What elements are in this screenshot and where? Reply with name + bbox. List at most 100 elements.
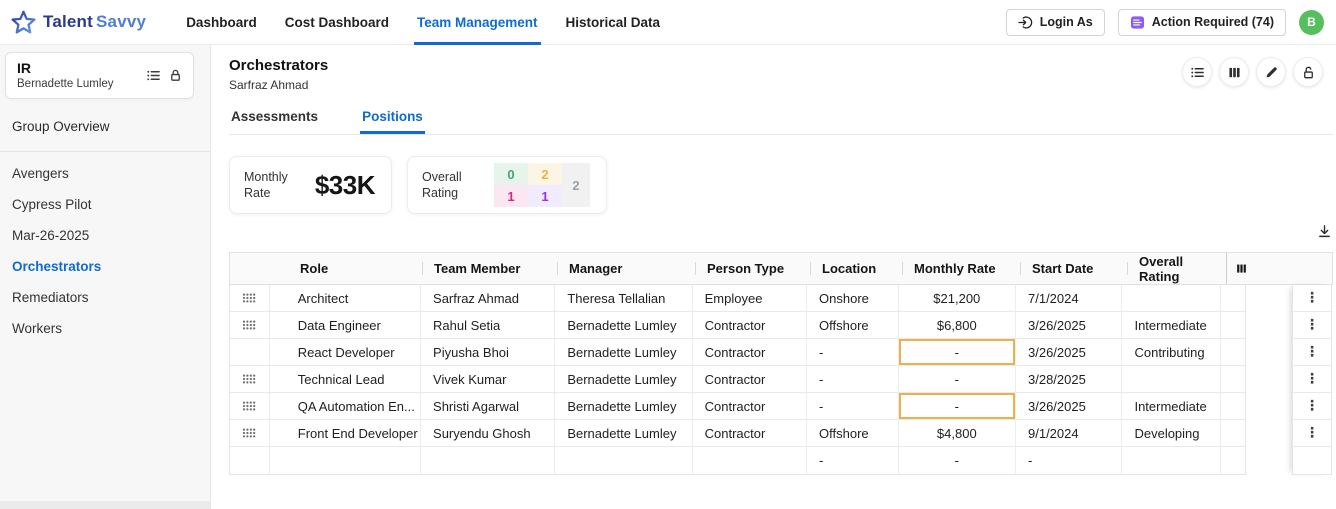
drag-handle-icon[interactable] (242, 320, 256, 330)
cell-team-member[interactable]: Vivek Kumar (421, 366, 556, 392)
cell-manager[interactable]: Bernadette Lumley (555, 366, 693, 392)
cell-monthly-rate[interactable]: - (899, 366, 1016, 392)
cell-monthly-rate[interactable]: $4,800 (899, 420, 1016, 446)
login-as-button[interactable]: Login As (1005, 8, 1105, 36)
unlock-button[interactable] (1293, 57, 1323, 87)
cell-person-type[interactable]: Contractor (693, 420, 808, 446)
cell-start-date[interactable]: 3/28/2025 (1016, 366, 1123, 392)
cell-start-date[interactable]: 3/26/2025 (1016, 312, 1123, 338)
cell-location[interactable]: - (807, 393, 899, 419)
cell-person-type[interactable]: Contractor (693, 393, 808, 419)
cell-role[interactable]: Front End Developer (270, 420, 422, 446)
cell-team-member[interactable]: Sarfraz Ahmad (421, 285, 556, 311)
cell-monthly-rate[interactable]: $21,200 (899, 285, 1016, 311)
cell-team-member[interactable]: Shristi Agarwal (421, 393, 556, 419)
sidebar-item-cypress-pilot[interactable]: Cypress Pilot (0, 189, 210, 220)
cell-team-member[interactable]: Piyusha Bhoi (421, 339, 556, 365)
cell-overall-rating[interactable]: Intermediate (1122, 393, 1221, 419)
cell-team-member[interactable]: Suryendu Ghosh (421, 420, 556, 446)
column-header-team-member[interactable]: Team Member (422, 253, 557, 284)
cell-location[interactable]: Offshore (807, 420, 899, 446)
drag-handle-icon[interactable] (242, 428, 256, 438)
cell-start-date[interactable]: 9/1/2024 (1016, 420, 1123, 446)
cell-monthly-rate-highlighted[interactable]: - (899, 393, 1016, 419)
cell-monthly-rate[interactable]: $6,800 (899, 312, 1016, 338)
cell-person-type[interactable]: Contractor (693, 366, 808, 392)
column-header-start-date[interactable]: Start Date (1020, 253, 1127, 284)
cell-location[interactable]: - (807, 366, 899, 392)
cell-person-type[interactable]: Contractor (693, 312, 808, 338)
cell-start-date[interactable]: 3/26/2025 (1016, 393, 1123, 419)
cell-role[interactable]: Technical Lead (270, 366, 422, 392)
user-avatar[interactable]: B (1299, 9, 1324, 35)
nav-item-team-management[interactable]: Team Management (413, 0, 541, 45)
nav-item-historical-data[interactable]: Historical Data (566, 0, 661, 45)
download-button[interactable] (1317, 224, 1332, 242)
cell-location[interactable]: - (807, 339, 899, 365)
cell-team-member[interactable]: Rahul Setia (421, 312, 556, 338)
cell-start-date[interactable]: 3/26/2025 (1016, 339, 1123, 365)
column-header-location[interactable]: Location (810, 253, 902, 284)
cell-overall-rating[interactable]: Intermediate (1122, 312, 1221, 338)
cell-monthly-rate[interactable]: - (899, 447, 1016, 474)
column-header-monthly-rate[interactable]: Monthly Rate (902, 253, 1020, 284)
cell-manager[interactable]: Bernadette Lumley (555, 339, 693, 365)
row-menu-button[interactable]: ⋮ (1305, 345, 1319, 359)
action-required-button[interactable]: Action Required (74) (1117, 8, 1286, 36)
cell-role[interactable]: QA Automation En... (270, 393, 422, 419)
row-menu-button[interactable]: ⋮ (1305, 372, 1319, 386)
cell-manager[interactable]: Bernadette Lumley (555, 393, 693, 419)
tab-positions[interactable]: Positions (360, 101, 425, 134)
cell-overall-rating[interactable]: Contributing (1122, 339, 1221, 365)
cell-manager[interactable] (555, 447, 693, 474)
tab-assessments[interactable]: Assessments (229, 101, 320, 134)
cell-role[interactable]: Architect (270, 285, 422, 311)
cell-manager[interactable]: Bernadette Lumley (555, 420, 693, 446)
sidebar-item-avengers[interactable]: Avengers (0, 158, 210, 189)
cell-role[interactable]: React Developer (270, 339, 422, 365)
cell-monthly-rate-highlighted[interactable]: - (899, 339, 1016, 365)
cell-start-date[interactable]: 7/1/2024 (1016, 285, 1123, 311)
cell-overall-rating[interactable] (1122, 447, 1221, 474)
row-menu-button[interactable]: ⋮ (1305, 318, 1319, 332)
app-logo[interactable]: Talent Savvy (10, 9, 146, 36)
list-view-button[interactable] (1182, 57, 1212, 87)
cell-location[interactable]: Offshore (807, 312, 899, 338)
sidebar-item-orchestrators[interactable]: Orchestrators (0, 251, 210, 282)
sidebar-item-group-overview[interactable]: Group Overview (12, 119, 210, 134)
sidebar-item-mar-26-2025[interactable]: Mar-26-2025 (0, 220, 210, 251)
drag-handle-icon[interactable] (242, 401, 256, 411)
cell-start-date[interactable]: - (1016, 447, 1123, 474)
cell-overall-rating[interactable] (1122, 285, 1221, 311)
column-header-overall-rating[interactable]: Overall Rating (1127, 253, 1226, 284)
edit-button[interactable] (1256, 57, 1286, 87)
row-menu-button[interactable]: ⋮ (1305, 291, 1319, 305)
column-settings-button[interactable] (1226, 253, 1256, 284)
nav-item-dashboard[interactable]: Dashboard (186, 0, 257, 45)
cell-role[interactable]: Data Engineer (270, 312, 422, 338)
cell-overall-rating[interactable] (1122, 366, 1221, 392)
cell-manager[interactable]: Theresa Tellalian (555, 285, 693, 311)
list-icon[interactable] (146, 68, 161, 83)
column-header-role[interactable]: Role (270, 253, 422, 284)
row-menu-button[interactable]: ⋮ (1305, 399, 1319, 413)
cell-person-type[interactable]: Contractor (693, 339, 808, 365)
sidebar-item-workers[interactable]: Workers (0, 313, 210, 344)
cell-person-type[interactable] (693, 447, 808, 474)
nav-item-cost-dashboard[interactable]: Cost Dashboard (285, 0, 389, 45)
drag-handle-icon[interactable] (242, 374, 256, 384)
cell-overall-rating[interactable]: Developing (1122, 420, 1221, 446)
row-menu-button[interactable]: ⋮ (1305, 426, 1319, 440)
sidebar-scrollbar[interactable] (0, 501, 210, 509)
sidebar-item-remediators[interactable]: Remediators (0, 282, 210, 313)
column-view-button[interactable] (1219, 57, 1249, 87)
cell-location[interactable]: Onshore (807, 285, 899, 311)
cell-person-type[interactable]: Employee (693, 285, 808, 311)
cell-team-member[interactable] (421, 447, 556, 474)
drag-handle-icon[interactable] (242, 293, 256, 303)
cell-role[interactable] (270, 447, 422, 474)
lock-icon[interactable] (168, 68, 183, 83)
column-header-manager[interactable]: Manager (557, 253, 695, 284)
cell-location[interactable]: - (807, 447, 899, 474)
column-header-person-type[interactable]: Person Type (695, 253, 810, 284)
